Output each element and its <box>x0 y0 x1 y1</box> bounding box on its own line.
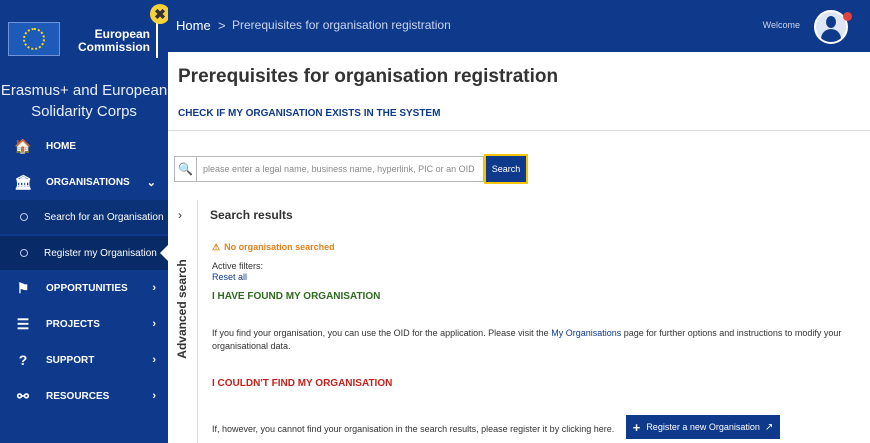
divider <box>168 130 870 131</box>
welcome-text: Welcome <box>762 20 800 30</box>
close-icon[interactable]: ✖ <box>150 4 170 24</box>
found-text: If you find your organisation, you can u… <box>212 328 842 351</box>
chevron-right-icon: › <box>152 354 156 366</box>
top-bar: Home > Prerequisites for organisation re… <box>168 0 870 52</box>
sidebar-subitem-register-organisation[interactable]: Register my Organisation <box>0 236 169 270</box>
sidebar-subitem-label: Search for an Organisation <box>44 211 164 223</box>
warning-icon: ⚠ <box>212 242 221 252</box>
sidebar-item-support[interactable]: ? SUPPORT › <box>0 342 168 378</box>
resources-icon: ⚯ <box>17 387 29 404</box>
check-heading: CHECK IF MY ORGANISATION EXISTS IN THE S… <box>178 108 441 119</box>
sidebar-item-label: SUPPORT <box>46 354 95 366</box>
chevron-right-icon[interactable]: › <box>178 208 182 222</box>
sidebar-item-projects[interactable]: ☰ PROJECTS › <box>0 306 168 342</box>
search-icon: 🔍 <box>174 156 196 182</box>
register-organisation-button[interactable]: + Register a new Organisation ↗ <box>626 415 780 439</box>
sidebar-item-label: PROJECTS <box>46 318 100 330</box>
bullet-icon <box>20 213 28 221</box>
found-heading: I HAVE FOUND MY ORGANISATION <box>212 291 381 302</box>
notfound-text: If, however, you cannot find your organi… <box>212 424 615 434</box>
active-filters-label: Active filters: <box>212 261 264 271</box>
sidebar-item-label: HOME <box>46 140 76 152</box>
chevron-down-icon: ⌄ <box>146 176 156 189</box>
institution-icon: 🏛 <box>14 173 32 190</box>
sidebar-item-home[interactable]: 🏠 HOME <box>0 128 168 164</box>
european-commission-logo[interactable]: European Commission <box>6 14 158 62</box>
sidebar-subitem-search-organisation[interactable]: Search for an Organisation <box>0 200 168 234</box>
breadcrumb-separator: > <box>218 18 226 33</box>
no-organisation-message: ⚠ No organisation searched <box>212 242 335 252</box>
sidebar-subitem-label: Register my Organisation <box>44 247 157 259</box>
search-input[interactable] <box>196 156 484 182</box>
projects-icon: ☰ <box>16 315 30 332</box>
logo-divider <box>156 22 158 58</box>
sidebar-item-organisations[interactable]: 🏛 ORGANISATIONS ⌄ <box>0 164 168 200</box>
eu-flag-icon <box>8 22 60 56</box>
home-icon: 🏠 <box>14 137 32 154</box>
search-bar: 🔍 Search <box>174 154 528 184</box>
sidebar: European Commission ✖ Erasmus+ and Europ… <box>0 0 170 443</box>
sidebar-item-label: OPPORTUNITIES <box>46 282 128 294</box>
sidebar-item-resources[interactable]: ⚯ RESOURCES › <box>0 378 168 414</box>
reset-all-link[interactable]: Reset all <box>212 272 247 282</box>
register-button-label: Register a new Organisation <box>646 422 760 432</box>
sidebar-title: Erasmus+ and European Solidarity Corps <box>0 82 168 120</box>
search-button[interactable]: Search <box>484 154 528 184</box>
flag-icon: ⚑ <box>16 279 30 296</box>
plus-icon: + <box>632 419 641 435</box>
search-results-title: Search results <box>210 208 293 222</box>
sidebar-item-label: ORGANISATIONS <box>46 176 130 188</box>
breadcrumb-home[interactable]: Home <box>176 18 211 33</box>
sidebar-item-opportunities[interactable]: ⚑ OPPORTUNITIES › <box>0 270 168 306</box>
notification-dot <box>843 12 852 21</box>
chevron-right-icon: › <box>152 390 156 402</box>
notfound-heading: I COULDN'T FIND MY ORGANISATION <box>212 378 393 389</box>
question-icon: ? <box>18 352 28 368</box>
logo-text: European Commission <box>77 27 150 54</box>
external-link-icon: ↗ <box>764 421 774 433</box>
my-organisations-link[interactable]: My Organisations <box>551 328 621 338</box>
chevron-right-icon: › <box>152 282 156 294</box>
breadcrumb-current: Prerequisites for organisation registrat… <box>232 18 451 32</box>
page-title: Prerequisites for organisation registrat… <box>178 66 559 87</box>
sidebar-item-label: RESOURCES <box>46 390 110 402</box>
main-content: Prerequisites for organisation registrat… <box>168 52 870 443</box>
bullet-icon <box>20 249 28 257</box>
chevron-right-icon: › <box>152 318 156 330</box>
advanced-search-label[interactable]: Advanced search <box>175 259 189 359</box>
advanced-search-panel[interactable]: › Advanced search <box>168 200 198 443</box>
